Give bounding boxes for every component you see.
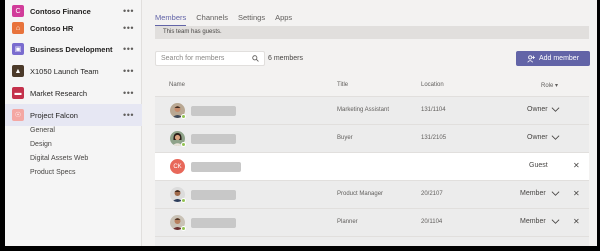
- member-role[interactable]: Owner: [527, 106, 548, 113]
- tab-settings[interactable]: Settings: [238, 13, 265, 26]
- guest-banner: This team has guests.: [155, 26, 589, 39]
- team-name: Contoso HR: [30, 23, 74, 33]
- member-row[interactable]: Marketing Assistant 131/1104 Owner: [155, 96, 589, 124]
- member-title: Planner: [337, 219, 358, 225]
- presence-available-icon: [181, 142, 186, 147]
- chevron-down-icon[interactable]: [551, 133, 560, 142]
- presence-available-icon: [181, 114, 186, 119]
- more-options-icon[interactable]: •••: [123, 66, 134, 76]
- member-role[interactable]: Owner: [527, 134, 548, 141]
- team-avatar-icon: ▬: [12, 87, 24, 99]
- member-row[interactable]: Buyer 131/2105 Owner: [155, 124, 589, 152]
- teams-sidebar: C Contoso Finance ••• ⌂ Contoso HR ••• ▣…: [5, 0, 142, 246]
- more-options-icon[interactable]: •••: [123, 44, 134, 54]
- member-title: Buyer: [337, 135, 353, 141]
- add-person-icon: [527, 54, 535, 62]
- column-header-role-label: Role: [541, 83, 554, 89]
- search-placeholder: Search for members: [161, 55, 225, 62]
- member-role: Guest: [529, 162, 548, 169]
- presence-available-icon: [181, 198, 186, 203]
- column-header-title: Title: [337, 82, 349, 88]
- team-avatar-icon: C: [12, 5, 24, 17]
- more-options-icon[interactable]: •••: [123, 23, 134, 33]
- member-row[interactable]: CK Guest ✕: [155, 152, 589, 180]
- team-name: Market Research: [30, 88, 88, 98]
- team-item-project-falcon[interactable]: ☉ Project Falcon •••: [5, 104, 142, 126]
- member-name-redacted: [191, 134, 236, 144]
- add-member-label: Add member: [538, 55, 580, 62]
- chevron-down-icon[interactable]: [551, 105, 560, 114]
- remove-member-icon[interactable]: ✕: [573, 161, 580, 170]
- tab-channels[interactable]: Channels: [196, 13, 228, 26]
- more-options-icon[interactable]: •••: [123, 110, 134, 120]
- team-avatar-icon: ▲: [12, 65, 24, 77]
- screen-frame: C Contoso Finance ••• ⌂ Contoso HR ••• ▣…: [0, 0, 600, 251]
- column-header-role[interactable]: Role ▾: [541, 82, 558, 89]
- team-item-business-development[interactable]: ▣ Business Development •••: [5, 38, 142, 60]
- member-row[interactable]: Planner 20/1104 Member ✕: [155, 208, 589, 236]
- more-options-icon[interactable]: •••: [123, 88, 134, 98]
- member-row-partial: [155, 236, 589, 246]
- team-name: Contoso Finance: [30, 6, 91, 16]
- channel-general[interactable]: General: [30, 127, 55, 134]
- tab-bar: Members Channels Settings Apps: [155, 13, 292, 26]
- member-name-redacted: [191, 106, 236, 116]
- member-avatar-initials: CK: [170, 159, 185, 174]
- presence-available-icon: [181, 226, 186, 231]
- team-item-contoso-hr[interactable]: ⌂ Contoso HR •••: [5, 17, 142, 39]
- member-location: 20/2107: [421, 191, 443, 197]
- column-header-location: Location: [421, 82, 444, 88]
- teams-app-window: C Contoso Finance ••• ⌂ Contoso HR ••• ▣…: [5, 0, 597, 246]
- channel-design[interactable]: Design: [30, 141, 52, 148]
- team-avatar-icon: ☉: [12, 109, 24, 121]
- member-location: 131/1104: [421, 107, 446, 113]
- team-item-x1050-launch-team[interactable]: ▲ X1050 Launch Team •••: [5, 60, 142, 82]
- tab-apps[interactable]: Apps: [275, 13, 292, 26]
- member-location: 20/1104: [421, 219, 443, 225]
- team-management-panel: Members Channels Settings Apps This team…: [143, 0, 597, 246]
- member-title: Marketing Assistant: [337, 107, 390, 113]
- chevron-down-icon[interactable]: [551, 189, 560, 198]
- team-item-market-research[interactable]: ▬ Market Research •••: [5, 82, 142, 104]
- column-header-name: Name: [169, 82, 186, 88]
- member-role[interactable]: Member: [520, 190, 546, 197]
- tab-members[interactable]: Members: [155, 13, 187, 26]
- team-name: Business Development: [30, 44, 113, 54]
- channel-digital-assets-web[interactable]: Digital Assets Web: [30, 155, 88, 162]
- sort-chevron-icon: ▾: [555, 83, 559, 89]
- member-name-redacted: [191, 218, 236, 228]
- channel-product-specs[interactable]: Product Specs: [30, 169, 76, 176]
- member-name-redacted: [191, 162, 241, 172]
- more-options-icon[interactable]: •••: [123, 6, 134, 16]
- team-avatar-icon: ▣: [12, 43, 24, 55]
- team-avatar-icon: ⌂: [12, 22, 24, 34]
- remove-member-icon[interactable]: ✕: [573, 217, 580, 226]
- search-icon: [252, 55, 259, 62]
- chevron-down-icon[interactable]: [551, 217, 560, 226]
- add-member-button[interactable]: Add member: [516, 51, 590, 66]
- member-title: Product Manager: [337, 191, 384, 197]
- member-role[interactable]: Member: [520, 218, 546, 225]
- member-location: 131/2105: [421, 135, 447, 141]
- remove-member-icon[interactable]: ✕: [573, 189, 580, 198]
- team-name: X1050 Launch Team: [30, 66, 99, 76]
- member-name-redacted: [191, 190, 236, 200]
- search-members-input[interactable]: Search for members: [155, 51, 265, 66]
- member-row[interactable]: Product Manager 20/2107 Member ✕: [155, 180, 589, 208]
- team-name: Project Falcon: [30, 110, 78, 120]
- member-count: 6 members: [268, 55, 304, 62]
